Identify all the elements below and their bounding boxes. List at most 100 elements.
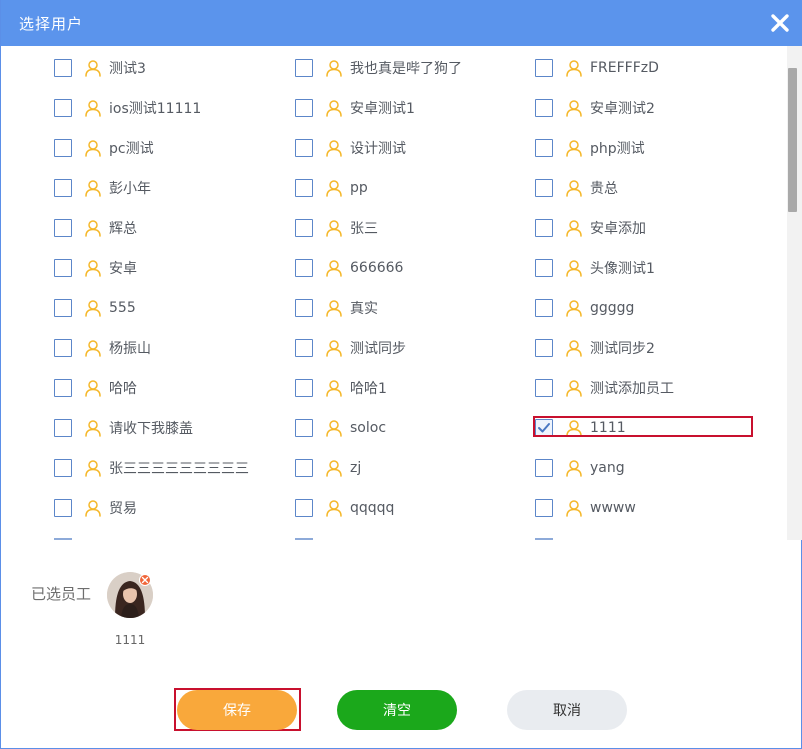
user-checkbox[interactable] [535, 459, 553, 477]
user-item[interactable]: 测试同步 [295, 337, 406, 359]
user-checkbox[interactable] [295, 379, 313, 397]
user-item[interactable]: 张三三三三三三三三三 [54, 457, 249, 479]
user-checkbox[interactable] [54, 299, 72, 317]
clear-button[interactable]: 清空 [337, 690, 457, 730]
user-name: 辉总 [109, 221, 137, 237]
user-icon [84, 179, 102, 197]
user-checkbox[interactable] [535, 499, 553, 517]
user-checkbox[interactable] [54, 419, 72, 437]
user-item[interactable]: pc测试 [54, 137, 154, 159]
user-name: ggggg [590, 300, 635, 316]
user-item[interactable]: zj [295, 457, 361, 479]
close-icon[interactable] [769, 12, 791, 34]
user-icon [325, 499, 343, 517]
user-checkbox[interactable] [535, 299, 553, 317]
user-checkbox[interactable] [54, 259, 72, 277]
user-item[interactable]: 555 [54, 297, 136, 319]
selected-employee-avatar[interactable] [107, 572, 153, 618]
user-item[interactable]: 请收下我膝盖 [54, 417, 193, 439]
user-item[interactable]: 666666 [295, 257, 403, 279]
user-item[interactable]: 设计测试 [295, 137, 406, 159]
user-item[interactable]: php测试 [535, 137, 645, 159]
user-item[interactable]: 测试3 [54, 57, 146, 79]
user-name: 测试3 [109, 61, 146, 77]
user-item[interactable]: qqqqq [295, 497, 394, 519]
user-checkbox[interactable] [535, 99, 553, 117]
user-item[interactable]: yang [535, 457, 625, 479]
user-checkbox[interactable] [54, 499, 72, 517]
user-checkbox[interactable] [295, 499, 313, 517]
user-item[interactable]: 彭小年 [54, 177, 151, 199]
cancel-button[interactable]: 取消 [507, 690, 627, 730]
user-item[interactable]: soloc [295, 417, 386, 439]
user-item[interactable]: 贵总 [535, 177, 618, 199]
user-name: 测试添加员工 [590, 381, 674, 397]
user-checkbox[interactable] [54, 379, 72, 397]
user-checkbox[interactable] [535, 379, 553, 397]
user-checkbox[interactable] [54, 179, 72, 197]
user-item[interactable]: FREFFFzD [535, 57, 659, 79]
user-item[interactable]: 安卓测试2 [535, 97, 655, 119]
user-item[interactable]: ios测试11111 [54, 97, 201, 119]
user-name: 安卓测试2 [590, 101, 655, 117]
user-checkbox[interactable] [295, 219, 313, 237]
user-checkbox[interactable] [54, 459, 72, 477]
user-icon [565, 339, 583, 357]
user-checkbox[interactable] [535, 139, 553, 157]
user-checkbox[interactable] [295, 179, 313, 197]
user-checkbox[interactable] [54, 219, 72, 237]
user-name: soloc [350, 420, 387, 436]
user-checkbox[interactable] [535, 339, 553, 357]
user-icon [84, 339, 102, 357]
user-item[interactable]: pp [295, 177, 368, 199]
user-checkbox[interactable] [535, 59, 553, 77]
user-item[interactable]: 杨振山 [54, 337, 151, 359]
user-name: 贸易 [109, 501, 137, 517]
user-checkbox[interactable] [54, 139, 72, 157]
user-list: 测试3 我也真是哔了狗了 FREFFFzD ios测试11111 安卓测试1 安卓测试2 p… [1, 46, 787, 540]
user-checkbox[interactable] [535, 219, 553, 237]
user-name: ios测试11111 [109, 101, 202, 117]
user-name: 头像测试1 [590, 261, 655, 277]
user-checkbox[interactable] [295, 99, 313, 117]
user-item[interactable]: 哈哈1 [295, 377, 387, 399]
user-name: FREFFFzD [590, 60, 659, 76]
user-item[interactable]: 辉总 [54, 217, 137, 239]
save-button[interactable]: 保存 [177, 690, 297, 730]
remove-icon[interactable] [139, 574, 151, 586]
partially-visible-checkbox [295, 538, 313, 540]
user-item[interactable]: 头像测试1 [535, 257, 655, 279]
user-checkbox[interactable] [54, 59, 72, 77]
user-item[interactable]: 真实 [295, 297, 378, 319]
user-icon [325, 59, 343, 77]
user-checkbox[interactable] [54, 339, 72, 357]
user-name: 杨振山 [109, 341, 151, 357]
user-icon [565, 259, 583, 277]
user-item[interactable]: wwww [535, 497, 636, 519]
user-checkbox[interactable] [295, 59, 313, 77]
user-item[interactable]: 测试同步2 [535, 337, 655, 359]
user-checkbox[interactable] [295, 459, 313, 477]
user-item[interactable]: 测试添加员工 [535, 377, 674, 399]
user-checkbox[interactable] [535, 259, 553, 277]
user-item[interactable]: 哈哈 [54, 377, 137, 399]
user-item[interactable]: 张三 [295, 217, 378, 239]
user-icon [565, 59, 583, 77]
user-item[interactable]: 安卓添加 [535, 217, 646, 239]
user-checkbox[interactable] [295, 259, 313, 277]
user-icon [325, 139, 343, 157]
user-item[interactable]: 我也真是哔了狗了 [295, 57, 462, 79]
user-name: 555 [109, 300, 136, 316]
user-item[interactable]: 贸易 [54, 497, 137, 519]
user-item[interactable]: ggggg [535, 297, 634, 319]
user-checkbox[interactable] [54, 99, 72, 117]
user-item[interactable]: 安卓 [54, 257, 137, 279]
user-icon [325, 299, 343, 317]
user-checkbox[interactable] [295, 419, 313, 437]
scrollbar-thumb[interactable] [788, 68, 797, 212]
user-checkbox[interactable] [295, 339, 313, 357]
user-item[interactable]: 安卓测试1 [295, 97, 415, 119]
user-checkbox[interactable] [535, 179, 553, 197]
user-checkbox[interactable] [295, 139, 313, 157]
user-checkbox[interactable] [295, 299, 313, 317]
